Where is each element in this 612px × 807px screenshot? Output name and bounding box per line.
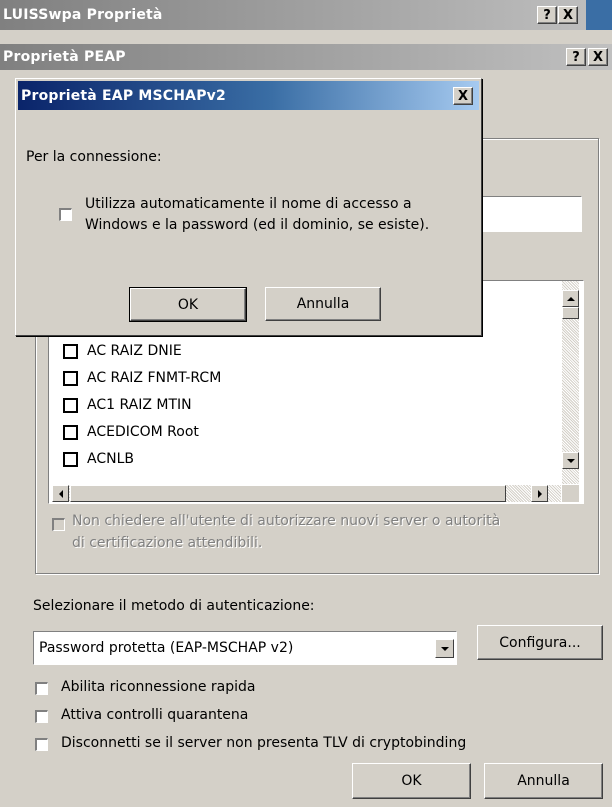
outer-help-button[interactable]: ? xyxy=(537,6,557,24)
mschap-dialog: Proprietà EAP MSCHAPv2 X Per la connessi… xyxy=(15,78,482,336)
scroll-up-button[interactable] xyxy=(562,290,579,307)
no-prompt-checkbox[interactable] xyxy=(52,518,65,531)
quarantine-checkbox[interactable] xyxy=(35,710,48,723)
cryptobinding-label: Disconnetti se il server non presenta TL… xyxy=(61,735,467,751)
outer-close-button[interactable]: X xyxy=(558,6,578,24)
auto-login-checkbox[interactable] xyxy=(59,208,72,221)
certificate-label: AC RAIZ DNIE xyxy=(87,343,182,359)
scroll-left-button[interactable] xyxy=(52,485,69,502)
no-prompt-label-line2: di certificazione attendibili. xyxy=(72,535,263,551)
mschap-title-bar: Proprietà EAP MSCHAPv2 xyxy=(18,81,479,110)
configure-button[interactable]: Configura... xyxy=(477,625,603,660)
cryptobinding-checkbox[interactable] xyxy=(35,738,48,751)
peap-ok-button[interactable]: OK xyxy=(352,763,471,799)
mschap-close-button[interactable]: X xyxy=(453,87,473,105)
outer-title-bar: LUISSwpa Proprietà xyxy=(0,0,612,30)
peap-help-button[interactable]: ? xyxy=(566,48,586,66)
certificate-item-acnlb[interactable]: ACNLB xyxy=(63,447,134,471)
quarantine-label: Attiva controlli quarantena xyxy=(61,707,249,723)
auto-login-label-line2: Windows e la password (ed il dominio, se… xyxy=(85,217,430,233)
fast-reconnect-label: Abilita riconnessione rapida xyxy=(61,679,256,695)
certificate-item-ac1-raiz-mtin[interactable]: AC1 RAIZ MTIN xyxy=(63,393,192,417)
peap-title-bar: Proprietà PEAP xyxy=(0,44,612,70)
auth-method-label: Selezionare il metodo di autenticazione: xyxy=(33,598,315,614)
certificate-item-acedicom-root[interactable]: ACEDICOM Root xyxy=(63,420,199,444)
arrow-right-icon xyxy=(537,489,542,498)
chevron-down-icon xyxy=(440,646,449,651)
certificate-label: ACNLB xyxy=(87,451,134,467)
peap-cancel-button[interactable]: Annulla xyxy=(484,763,603,799)
arrow-left-icon xyxy=(58,489,63,498)
auth-method-dropdown-button[interactable] xyxy=(435,639,454,658)
certificate-item-ac-raiz-dnie[interactable]: AC RAIZ DNIE xyxy=(63,339,182,363)
mschap-dialog-title: Proprietà EAP MSCHAPv2 xyxy=(21,87,226,104)
certificate-checkbox[interactable] xyxy=(63,451,78,467)
certificate-label: ACEDICOM Root xyxy=(87,424,199,440)
mschap-ok-button[interactable]: OK xyxy=(129,287,247,322)
scroll-corner xyxy=(562,485,579,502)
no-prompt-label-line1: Non chiedere all'utente di autorizzare n… xyxy=(72,513,501,529)
outer-window-edge xyxy=(586,0,612,30)
connection-label: Per la connessione: xyxy=(26,149,162,165)
fast-reconnect-checkbox[interactable] xyxy=(35,682,48,695)
certificate-checkbox[interactable] xyxy=(63,397,78,413)
peap-window-title: Proprietà PEAP xyxy=(3,49,126,65)
certificate-checkbox[interactable] xyxy=(63,370,78,386)
peap-close-button[interactable]: X xyxy=(588,48,608,66)
arrow-up-icon xyxy=(566,296,575,301)
mschap-cancel-button[interactable]: Annulla xyxy=(265,287,381,321)
arrow-down-icon xyxy=(566,458,575,463)
auto-login-label-line1: Utilizza automaticamente il nome di acce… xyxy=(85,196,412,212)
auth-method-value: Password protetta (EAP-MSCHAP v2) xyxy=(39,640,294,656)
auth-method-select[interactable]: Password protetta (EAP-MSCHAP v2) xyxy=(33,631,457,665)
scroll-right-button[interactable] xyxy=(531,485,548,502)
certificate-checkbox[interactable] xyxy=(63,424,78,440)
certificate-label: AC1 RAIZ MTIN xyxy=(87,397,192,413)
scroll-down-button[interactable] xyxy=(562,452,579,469)
certificate-item-ac-raiz-fnmt[interactable]: AC RAIZ FNMT-RCM xyxy=(63,366,221,390)
outer-window-title: LUISSwpa Proprietà xyxy=(3,7,163,23)
certificate-list-hscroll-thumb[interactable] xyxy=(70,485,506,502)
certificate-checkbox[interactable] xyxy=(63,343,78,359)
certificate-list-vscroll-thumb[interactable] xyxy=(562,307,579,319)
certificate-label: AC RAIZ FNMT-RCM xyxy=(87,370,222,386)
